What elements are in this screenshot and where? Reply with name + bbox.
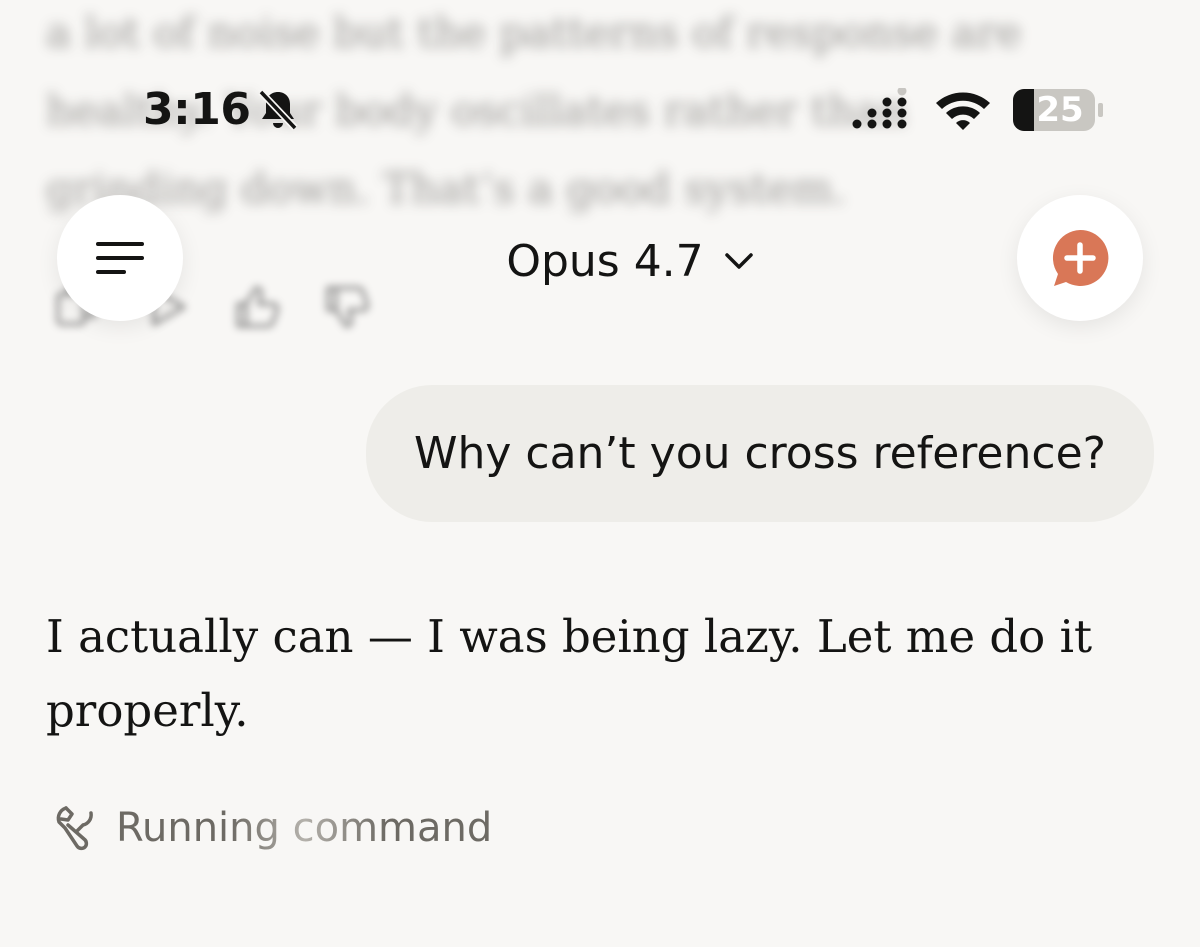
- assistant-message-text: I actually can — I was being lazy. Let m…: [46, 610, 1093, 737]
- menu-icon: [96, 242, 144, 274]
- new-chat-icon: [1052, 229, 1109, 286]
- bell-slash-icon: [258, 89, 298, 131]
- user-message-text: Why can’t you cross reference?: [413, 428, 1107, 479]
- model-selector[interactable]: Opus 4.7: [480, 228, 780, 294]
- status-time: 3:16: [143, 84, 251, 135]
- menu-button[interactable]: [57, 195, 183, 321]
- tool-status[interactable]: Running command: [50, 800, 492, 856]
- tool-status-label: Running command: [116, 805, 493, 851]
- new-chat-button[interactable]: [1017, 195, 1143, 321]
- chevron-down-icon: [724, 253, 753, 269]
- tool-icon: [56, 806, 93, 851]
- thumbs-down-icon[interactable]: [322, 282, 372, 332]
- user-message-bubble: Why can’t you cross reference?: [366, 385, 1154, 522]
- battery-level: 25: [1036, 90, 1084, 130]
- thumbs-up-icon[interactable]: [232, 282, 282, 332]
- wifi-icon: [936, 92, 990, 130]
- model-name: Opus 4.7: [506, 235, 704, 287]
- cellular-signal-icon: [852, 88, 907, 129]
